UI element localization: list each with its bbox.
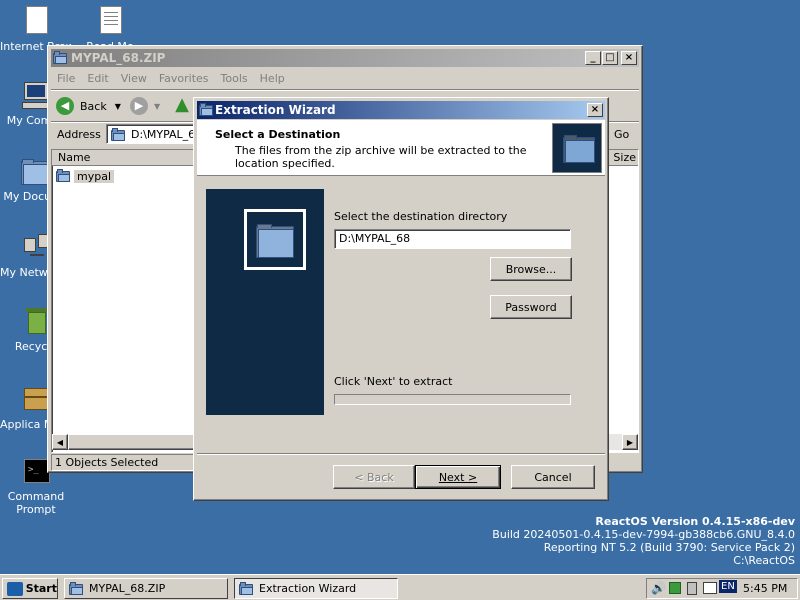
- address-label: Address: [57, 128, 101, 141]
- language-indicator[interactable]: EN: [719, 580, 737, 593]
- task-mypal-zip[interactable]: MYPAL_68.ZIP: [64, 578, 228, 599]
- folder-icon: [239, 582, 255, 595]
- version-line-1: ReactOS Version 0.4.15-x86-dev: [595, 515, 795, 528]
- folder-icon: [69, 582, 85, 595]
- taskbar: Start MYPAL_68.ZIP Extraction Wizard 🔊 E…: [0, 574, 800, 600]
- folder-icon: [256, 224, 294, 258]
- wizard-header-description: The files from the zip archive will be e…: [235, 144, 527, 170]
- wizard-header: Select a Destination The files from the …: [197, 120, 605, 176]
- wizard-header-image: [552, 123, 602, 173]
- extract-hint: Click 'Next' to extract: [334, 375, 453, 388]
- destination-label: Select the destination directory: [334, 210, 508, 223]
- wizard-header-title: Select a Destination: [215, 128, 341, 141]
- version-line-4: C:\ReactOS: [733, 554, 795, 567]
- up-folder-button[interactable]: ▲: [172, 95, 194, 117]
- back-button[interactable]: < Back: [333, 465, 415, 489]
- network-icon[interactable]: [669, 582, 681, 594]
- list-item[interactable]: mypal: [56, 168, 115, 184]
- menu-file[interactable]: File: [51, 72, 81, 85]
- minimize-button[interactable]: _: [585, 51, 601, 65]
- display-icon[interactable]: [703, 582, 717, 594]
- extract-progress-bar: [334, 394, 571, 405]
- clock[interactable]: 5:45 PM: [743, 582, 787, 595]
- menu-tools[interactable]: Tools: [215, 72, 254, 85]
- dropdown-arrow-icon: ▼: [114, 101, 121, 111]
- destination-input[interactable]: D:\MYPAL_68: [334, 229, 571, 249]
- version-line-2: Build 20240501-0.4.15-dev-7994-gb388cb6.…: [492, 528, 795, 541]
- menu-edit[interactable]: Edit: [81, 72, 114, 85]
- browse-button[interactable]: Browse...: [490, 257, 572, 281]
- start-logo-icon: [7, 581, 23, 596]
- folder-icon: [56, 169, 72, 183]
- volume-icon[interactable]: 🔊: [651, 581, 666, 595]
- back-button[interactable]: ◀ Back ▼: [56, 95, 121, 117]
- extraction-wizard-dialog: Extraction Wizard × Select a Destination…: [193, 97, 609, 501]
- up-arrow-icon: ▲: [175, 94, 189, 115]
- back-arrow-icon: ◀: [56, 97, 74, 115]
- folder-icon: [111, 127, 127, 141]
- task-extraction-wizard[interactable]: Extraction Wizard: [234, 578, 398, 599]
- document-icon: [20, 6, 52, 38]
- start-button[interactable]: Start: [2, 578, 58, 599]
- wizard-title-bar[interactable]: Extraction Wizard ×: [197, 101, 605, 119]
- folder-icon: [53, 51, 67, 64]
- system-tray: 🔊 EN 5:45 PM: [646, 578, 798, 599]
- explorer-title: MYPAL_68.ZIP: [71, 51, 166, 65]
- version-line-3: Reporting NT 5.2 (Build 3790: Service Pa…: [543, 541, 795, 554]
- menu-help[interactable]: Help: [254, 72, 291, 85]
- cancel-button[interactable]: Cancel: [511, 465, 595, 489]
- forward-button[interactable]: ▶ ▼: [130, 95, 160, 117]
- usb-icon[interactable]: [687, 582, 697, 595]
- maximize-button[interactable]: □: [602, 51, 618, 65]
- close-button[interactable]: ×: [621, 51, 637, 65]
- next-button[interactable]: Next >: [415, 465, 501, 489]
- menu-bar: File Edit View Favorites Tools Help: [51, 69, 639, 88]
- folder-icon: [563, 135, 595, 163]
- password-button[interactable]: Password: [490, 295, 572, 319]
- forward-arrow-icon: ▶: [130, 97, 148, 115]
- wizard-title: Extraction Wizard: [215, 103, 336, 117]
- explorer-title-bar[interactable]: MYPAL_68.ZIP _ □ ×: [51, 49, 639, 67]
- scroll-left-button[interactable]: ◀: [52, 434, 68, 450]
- close-button[interactable]: ×: [587, 103, 603, 117]
- status-text: 1 Objects Selected: [55, 456, 159, 469]
- folder-icon: [199, 103, 213, 116]
- menu-view[interactable]: View: [115, 72, 153, 85]
- version-info: ReactOS Version 0.4.15-x86-dev Build 202…: [492, 515, 795, 567]
- menu-favorites[interactable]: Favorites: [153, 72, 215, 85]
- go-button[interactable]: Go: [614, 128, 629, 141]
- scroll-thumb[interactable]: [68, 434, 198, 450]
- readme-document-icon: [94, 6, 126, 38]
- dropdown-arrow-icon: ▼: [154, 101, 161, 111]
- wizard-side-panel: [206, 189, 324, 415]
- scroll-right-button[interactable]: ▶: [622, 434, 638, 450]
